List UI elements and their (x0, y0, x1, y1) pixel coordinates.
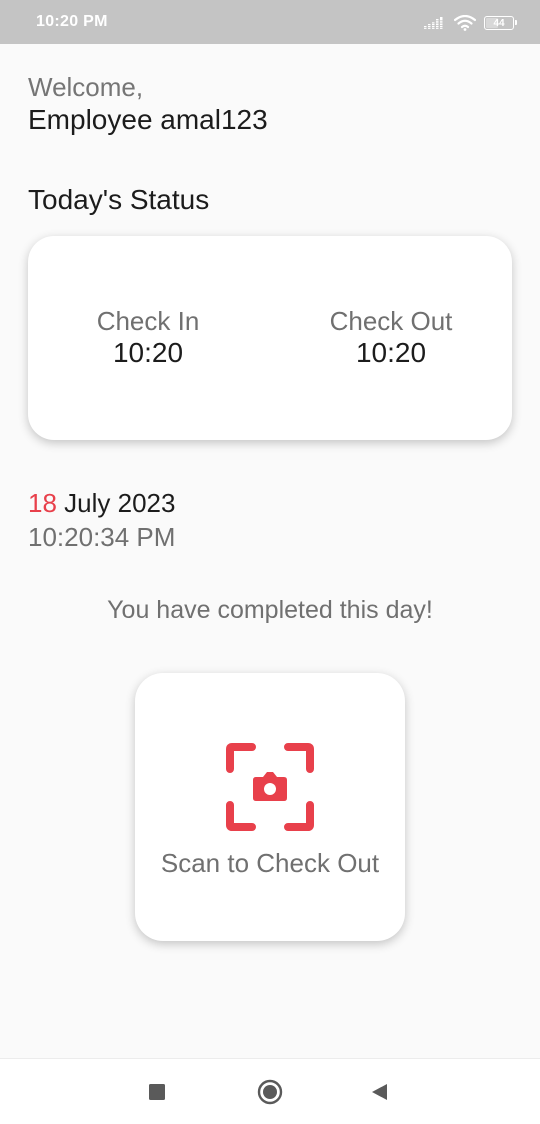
check-out-block: Check Out 10:20 (291, 306, 491, 370)
status-icons: 44 (424, 12, 517, 34)
todays-status-title: Today's Status (28, 184, 210, 215)
welcome-text: Welcome, (28, 72, 144, 102)
check-in-label: Check In (96, 306, 200, 336)
date-month-year: July 2023 (64, 488, 176, 518)
check-out-label: Check Out (329, 306, 453, 336)
battery-level: 44 (493, 17, 505, 29)
check-in-time: 10:20 (112, 337, 184, 368)
status-card: Check In 10:20 Check Out 10:20 (28, 236, 512, 440)
current-date: 18 July 2023 (28, 488, 175, 519)
back-icon (372, 1084, 387, 1100)
scan-label: Scan to Check Out (160, 848, 380, 878)
camera-scan-icon (226, 743, 314, 831)
date-day: 18 (28, 488, 57, 518)
home-button[interactable] (253, 1075, 287, 1109)
recents-icon (149, 1084, 165, 1100)
check-out-time: 10:20 (355, 337, 427, 368)
status-time: 10:20 PM (36, 13, 108, 30)
back-button[interactable] (363, 1075, 397, 1109)
home-icon (257, 1079, 283, 1105)
battery-icon: 44 (484, 16, 517, 30)
employee-name: Employee amal123 (28, 104, 268, 135)
wifi-icon (454, 15, 476, 31)
scan-check-out-button[interactable]: Scan to Check Out (135, 673, 405, 941)
status-bar: 10:20 PM 44 (0, 0, 540, 44)
check-in-block: Check In 10:20 (48, 306, 248, 370)
completion-message: You have completed this day! (107, 596, 433, 624)
signal-icon (424, 17, 446, 29)
navigation-bar (0, 1058, 540, 1124)
current-time: 10:20:34 PM (28, 522, 176, 552)
recents-button[interactable] (140, 1075, 174, 1109)
